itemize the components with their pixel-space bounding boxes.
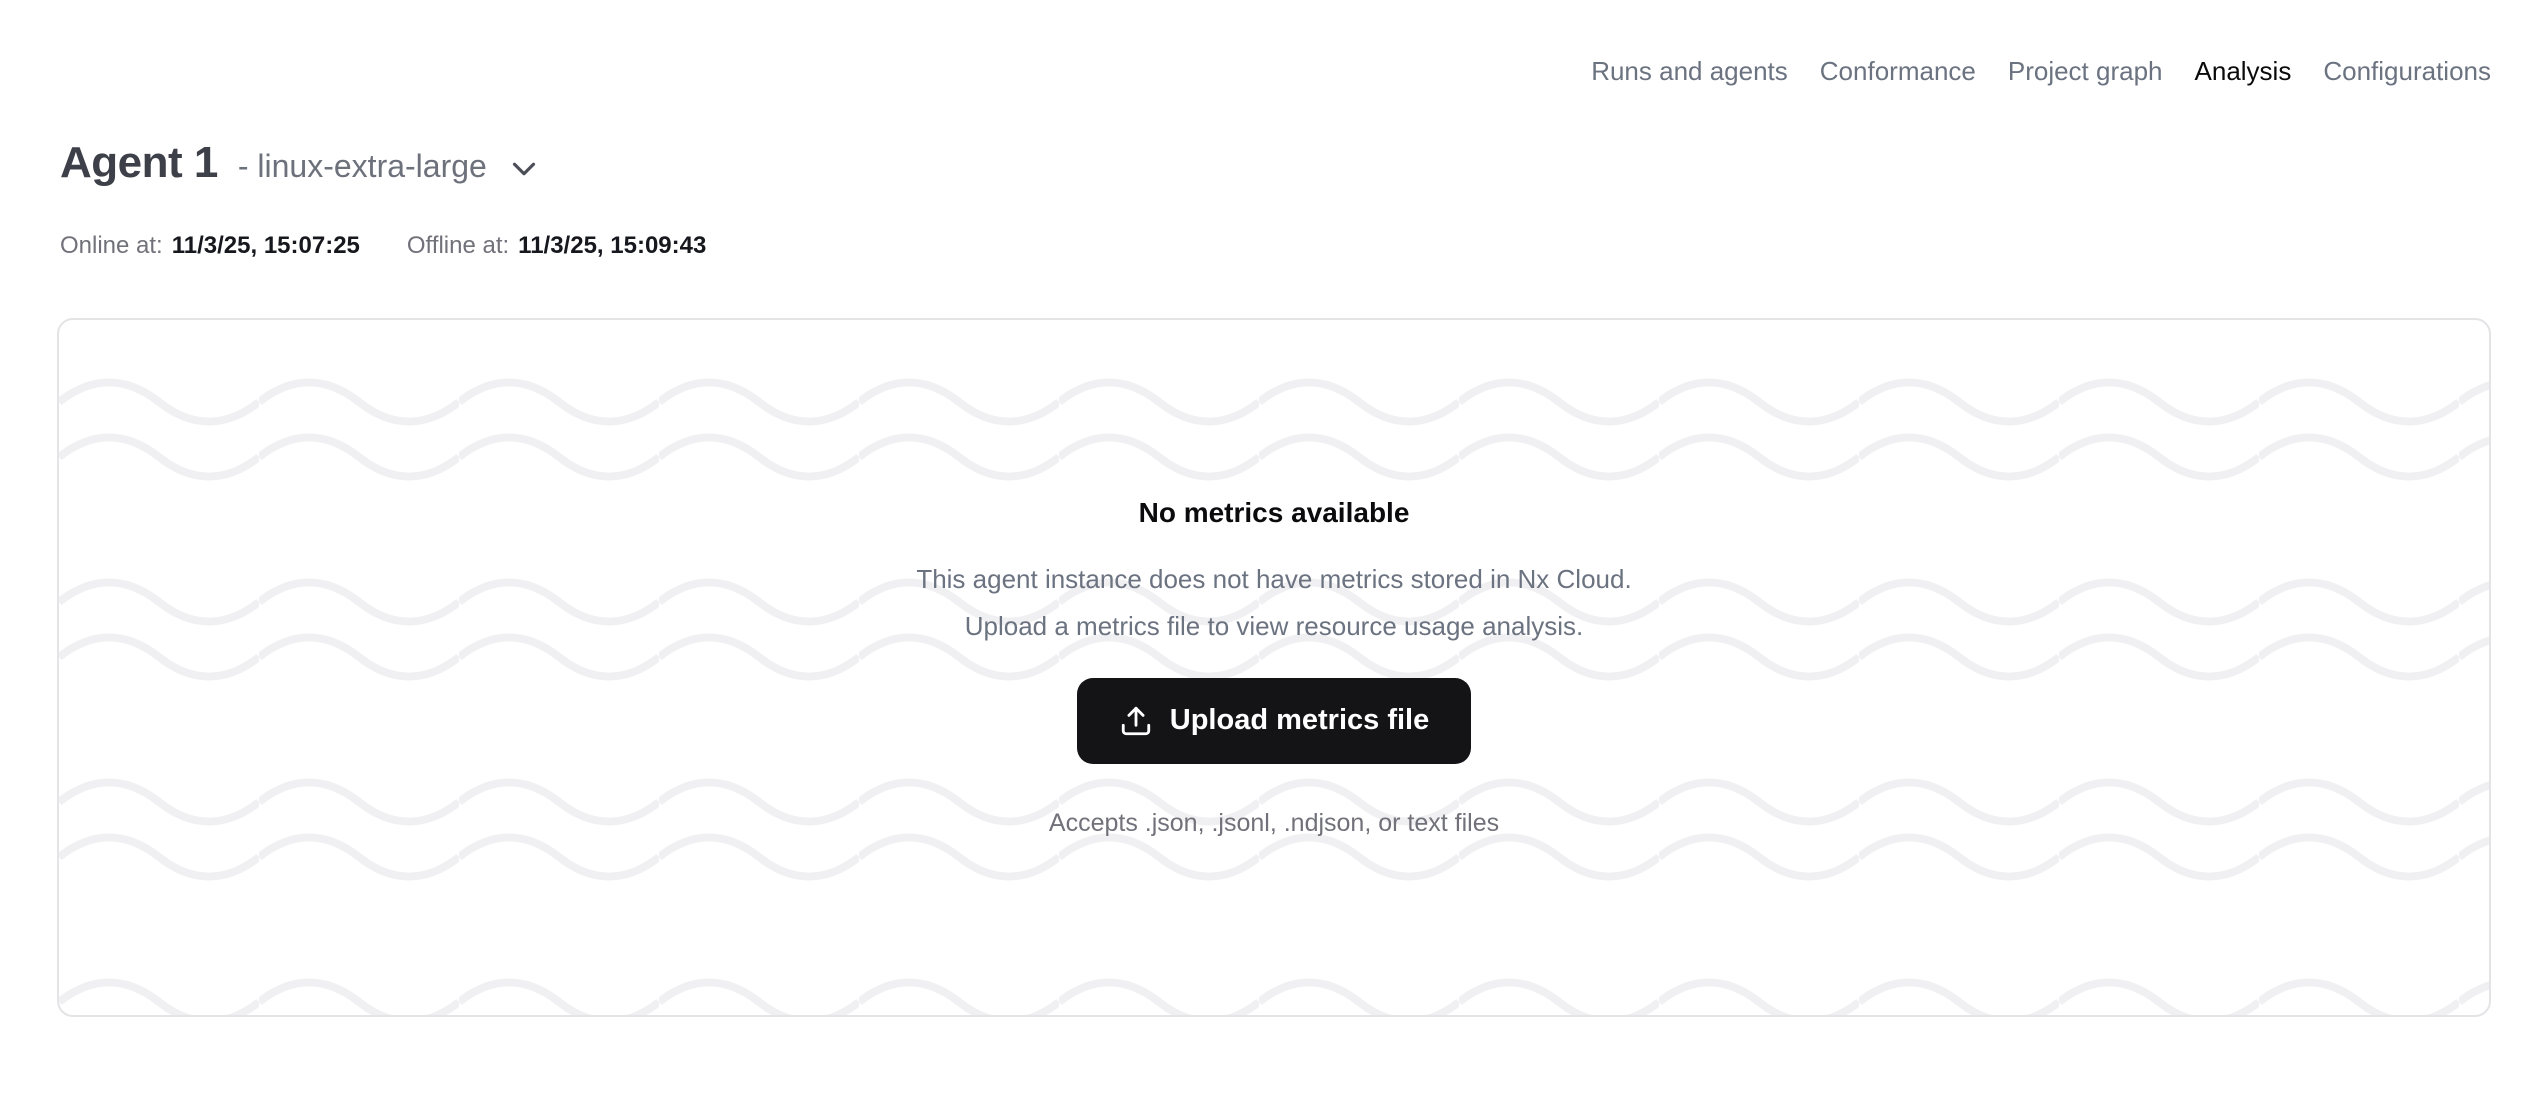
agent-header: Agent 1 - linux-extra-large — [60, 138, 543, 188]
chevron-down-icon[interactable] — [505, 150, 543, 188]
empty-state-description-line-1: This agent instance does not have metric… — [916, 556, 1631, 603]
upload-icon — [1119, 704, 1153, 738]
nav-item-configurations[interactable]: Configurations — [2323, 54, 2491, 88]
upload-button-label: Upload metrics file — [1170, 704, 1429, 737]
agent-launch-template: - linux-extra-large — [238, 148, 487, 185]
upload-metrics-file-button[interactable]: Upload metrics file — [1077, 678, 1471, 764]
top-navigation: Runs and agents Conformance Project grap… — [1591, 54, 2491, 88]
page-title: Agent 1 — [60, 138, 218, 188]
accepted-file-types-hint: Accepts .json, .jsonl, .ndjson, or text … — [1049, 808, 1499, 838]
online-at: Online at: 11/3/25, 15:07:25 — [60, 230, 360, 262]
online-at-label: Online at: — [60, 230, 163, 262]
nav-item-runs-and-agents[interactable]: Runs and agents — [1591, 54, 1788, 88]
empty-state-title: No metrics available — [1139, 498, 1410, 528]
nav-item-analysis[interactable]: Analysis — [2195, 54, 2292, 88]
metrics-empty-state-card: No metrics available This agent instance… — [57, 318, 2491, 1017]
nav-item-project-graph[interactable]: Project graph — [2008, 54, 2163, 88]
offline-at-value: 11/3/25, 15:09:43 — [518, 230, 706, 262]
online-at-value: 11/3/25, 15:07:25 — [172, 230, 360, 262]
empty-state-description: This agent instance does not have metric… — [916, 556, 1631, 650]
offline-at-label: Offline at: — [407, 230, 509, 262]
agent-timestamps: Online at: 11/3/25, 15:07:25 Offline at:… — [60, 230, 706, 262]
offline-at: Offline at: 11/3/25, 15:09:43 — [407, 230, 706, 262]
nav-item-conformance[interactable]: Conformance — [1820, 54, 1976, 88]
empty-state-description-line-2: Upload a metrics file to view resource u… — [916, 603, 1631, 650]
empty-state-content: No metrics available This agent instance… — [59, 320, 2489, 1015]
